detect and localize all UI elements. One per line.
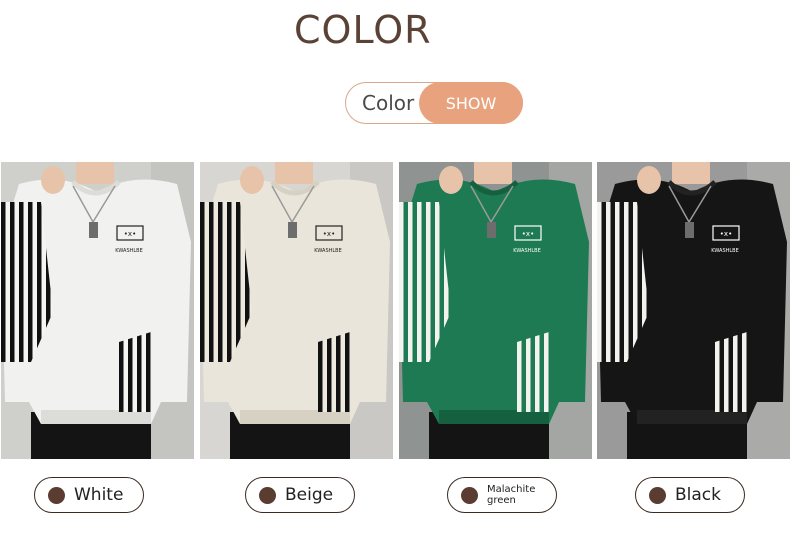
stripe [345, 332, 350, 412]
pendant [89, 222, 98, 238]
variant-label-white[interactable]: White [34, 477, 144, 513]
hand [637, 166, 661, 194]
logo-mark: •x• [323, 230, 335, 238]
stripe [426, 202, 431, 362]
stripe [327, 332, 332, 412]
shirt-illustration: •x• KWASHLBE [597, 162, 790, 459]
show-button[interactable]: SHOW [419, 82, 523, 124]
color-show-toggle[interactable]: Color SHOW [345, 82, 523, 124]
logo-text: KWASHLBE [314, 248, 342, 254]
stripe [28, 202, 33, 362]
hand [41, 166, 65, 194]
stripe [606, 202, 611, 362]
stripe [544, 332, 549, 412]
logo-mark: •x• [522, 230, 534, 238]
logo-text: KWASHLBE [115, 248, 143, 254]
neck [672, 162, 710, 184]
page-title: COLOR [294, 8, 432, 52]
variant-label-black[interactable]: Black [635, 477, 745, 513]
variant-name: White [74, 485, 124, 505]
stripe [417, 202, 422, 362]
stripe [742, 332, 747, 412]
logo-mark: •x• [124, 230, 136, 238]
neck [275, 162, 313, 184]
logo-text: KWASHLBE [711, 248, 739, 254]
hem-band [240, 410, 350, 424]
hem-band [41, 410, 151, 424]
stripe [615, 202, 620, 362]
logo-mark: •x• [720, 230, 732, 238]
stripe [209, 202, 214, 362]
stripe [733, 332, 738, 412]
stripe [137, 332, 142, 412]
stripe [218, 202, 223, 362]
variant-name: Black [675, 485, 721, 505]
stripe [399, 202, 404, 362]
stripe [724, 332, 729, 412]
pendant [288, 222, 297, 238]
variant-label-malachite-green[interactable]: Malachite green [447, 477, 557, 513]
shirt-illustration: •x• KWASHLBE [200, 162, 393, 459]
color-dot-icon [649, 486, 666, 504]
stripe [408, 202, 413, 362]
stripe [624, 202, 629, 362]
color-label: Color [362, 91, 415, 115]
color-dot-icon [461, 486, 478, 504]
product-image-beige[interactable]: •x• KWASHLBE [200, 162, 393, 459]
pendant [685, 222, 694, 238]
stripe [200, 202, 205, 362]
hem-band [439, 410, 549, 424]
product-image-black[interactable]: •x• KWASHLBE [597, 162, 790, 459]
color-dot-icon [48, 486, 65, 504]
stripe [128, 332, 133, 412]
stripe [597, 202, 602, 362]
stripe [517, 332, 522, 412]
stripe [119, 332, 124, 412]
stripe [1, 202, 6, 362]
stripe [318, 332, 323, 412]
color-dot-icon [259, 486, 276, 504]
stripe [336, 332, 341, 412]
product-image-white[interactable]: •x• KWASHLBE [1, 162, 194, 459]
variant-name: Beige [285, 485, 334, 505]
stripe [227, 202, 232, 362]
variant-name: Malachite green [487, 484, 536, 506]
hem-band [637, 410, 747, 424]
stripe [146, 332, 151, 412]
product-image-malachite-green[interactable]: •x• KWASHLBE [399, 162, 592, 459]
stripe [10, 202, 15, 362]
logo-text: KWASHLBE [513, 248, 541, 254]
stripe [715, 332, 720, 412]
stripe [535, 332, 540, 412]
stripe [19, 202, 24, 362]
pendant [487, 222, 496, 238]
shirt-illustration: •x• KWASHLBE [1, 162, 194, 459]
neck [474, 162, 512, 184]
hand [439, 166, 463, 194]
neck [76, 162, 114, 184]
hand [240, 166, 264, 194]
shirt-illustration: •x• KWASHLBE [399, 162, 592, 459]
variant-label-beige[interactable]: Beige [245, 477, 355, 513]
stripe [526, 332, 531, 412]
